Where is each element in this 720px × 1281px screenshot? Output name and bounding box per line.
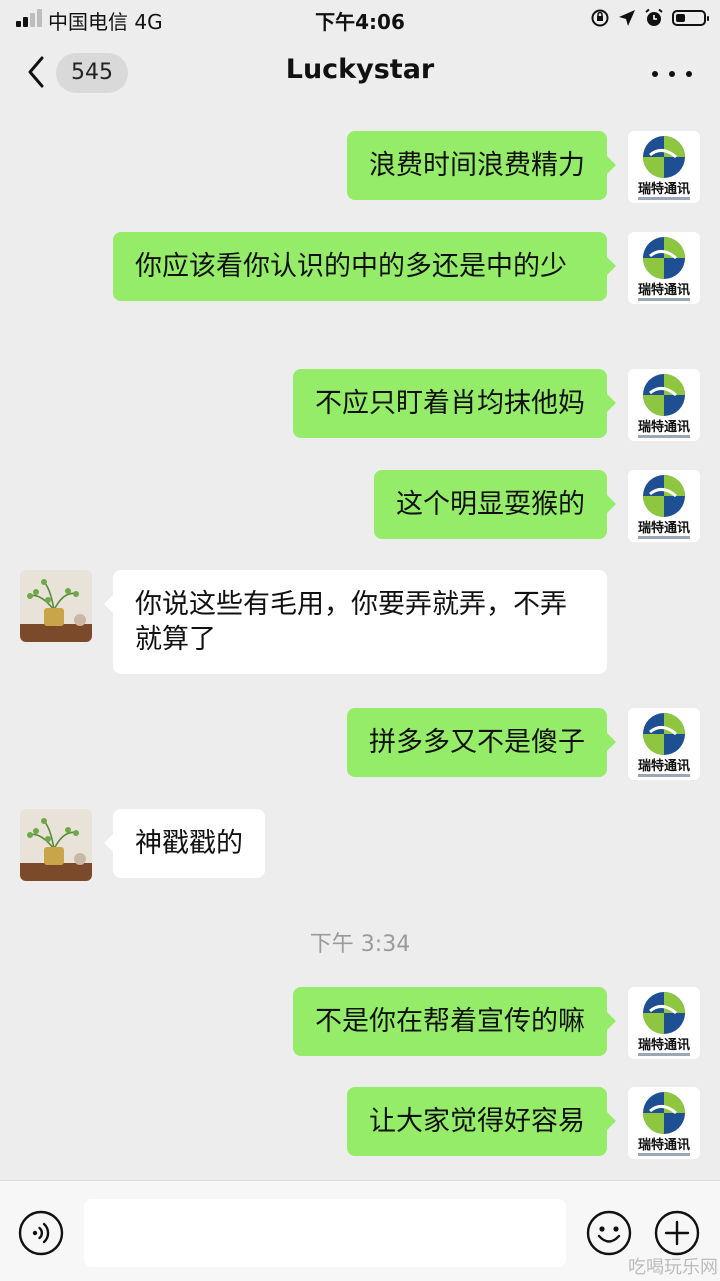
message-bubble-incoming[interactable]: 你说这些有毛用，你要弄就弄，不弄就算了 <box>104 570 607 674</box>
contact-avatar[interactable] <box>20 570 92 642</box>
message-bubble-outgoing[interactable]: 拼多多又不是傻子 <box>347 708 616 777</box>
own-avatar[interactable]: 瑞特通讯 <box>628 470 700 542</box>
status-bar: 中国电信 4G 下午4:06 <box>0 0 720 36</box>
message-bubble-outgoing[interactable]: 你应该看你认识的中的多还是中的少 <box>113 232 616 301</box>
location-icon <box>619 10 635 26</box>
company-logo-avatar: 瑞特通讯 <box>628 369 700 441</box>
message-bubble-outgoing[interactable]: 不应只盯着肖均抹他妈 <box>293 369 616 438</box>
svg-text:瑞特通讯: 瑞特通讯 <box>638 520 690 536</box>
own-avatar[interactable]: 瑞特通讯 <box>628 131 700 203</box>
rotation-lock-icon <box>591 9 609 27</box>
company-logo-avatar: 瑞特通讯 <box>628 470 700 542</box>
svg-text:瑞特通讯: 瑞特通讯 <box>638 419 690 435</box>
message-bubble-outgoing[interactable]: 不是你在帮着宣传的嘛 <box>293 987 616 1056</box>
message-bubble-incoming[interactable]: 神戳戳的 <box>104 809 265 878</box>
chat-title: Luckystar <box>285 54 435 85</box>
system-icons <box>590 6 709 30</box>
plant-photo-avatar <box>20 570 92 642</box>
company-logo-avatar: 瑞特通讯 <box>628 708 700 780</box>
company-logo-avatar: 瑞特通讯 <box>628 987 700 1059</box>
more-dots-icon[interactable] <box>652 66 692 82</box>
message-bubble-outgoing[interactable]: 让大家觉得好容易 <box>347 1087 616 1156</box>
plus-icon[interactable] <box>654 1210 700 1256</box>
input-bar: 吃喝玩乐网 <box>0 1180 720 1281</box>
svg-text:瑞特通讯: 瑞特通讯 <box>638 181 690 197</box>
svg-text:瑞特通讯: 瑞特通讯 <box>638 1137 690 1153</box>
own-avatar[interactable]: 瑞特通讯 <box>628 369 700 441</box>
svg-text:瑞特通讯: 瑞特通讯 <box>638 282 690 298</box>
message-bubble-outgoing[interactable]: 这个明显耍猴的 <box>374 470 616 539</box>
svg-text:瑞特通讯: 瑞特通讯 <box>638 758 690 774</box>
own-avatar[interactable]: 瑞特通讯 <box>628 1087 700 1159</box>
voice-icon[interactable] <box>18 1210 64 1256</box>
watermark: 吃喝玩乐网 <box>628 1257 718 1278</box>
message-bubble-outgoing[interactable]: 浪费时间浪费精力 <box>347 131 616 200</box>
nav-bar: 545 Luckystar <box>0 36 720 112</box>
battery-icon <box>672 10 709 26</box>
message-list[interactable]: 浪费时间浪费精力 你应该看你认识的中的多还是中的少 不应只盯着肖均抹他妈 这个明… <box>0 112 720 1180</box>
own-avatar[interactable]: 瑞特通讯 <box>628 232 700 304</box>
plant-photo-avatar <box>20 809 92 881</box>
alarm-icon <box>645 8 663 26</box>
company-logo-avatar: 瑞特通讯 <box>628 232 700 304</box>
message-timestamp: 下午 3:34 <box>309 932 411 957</box>
emoji-icon[interactable] <box>586 1210 632 1256</box>
svg-text:瑞特通讯: 瑞特通讯 <box>638 1037 690 1053</box>
message-input[interactable] <box>84 1199 566 1267</box>
own-avatar[interactable]: 瑞特通讯 <box>628 708 700 780</box>
company-logo-avatar: 瑞特通讯 <box>628 1087 700 1159</box>
own-avatar[interactable]: 瑞特通讯 <box>628 987 700 1059</box>
contact-avatar[interactable] <box>20 809 92 881</box>
company-logo-avatar: 瑞特通讯 <box>628 131 700 203</box>
